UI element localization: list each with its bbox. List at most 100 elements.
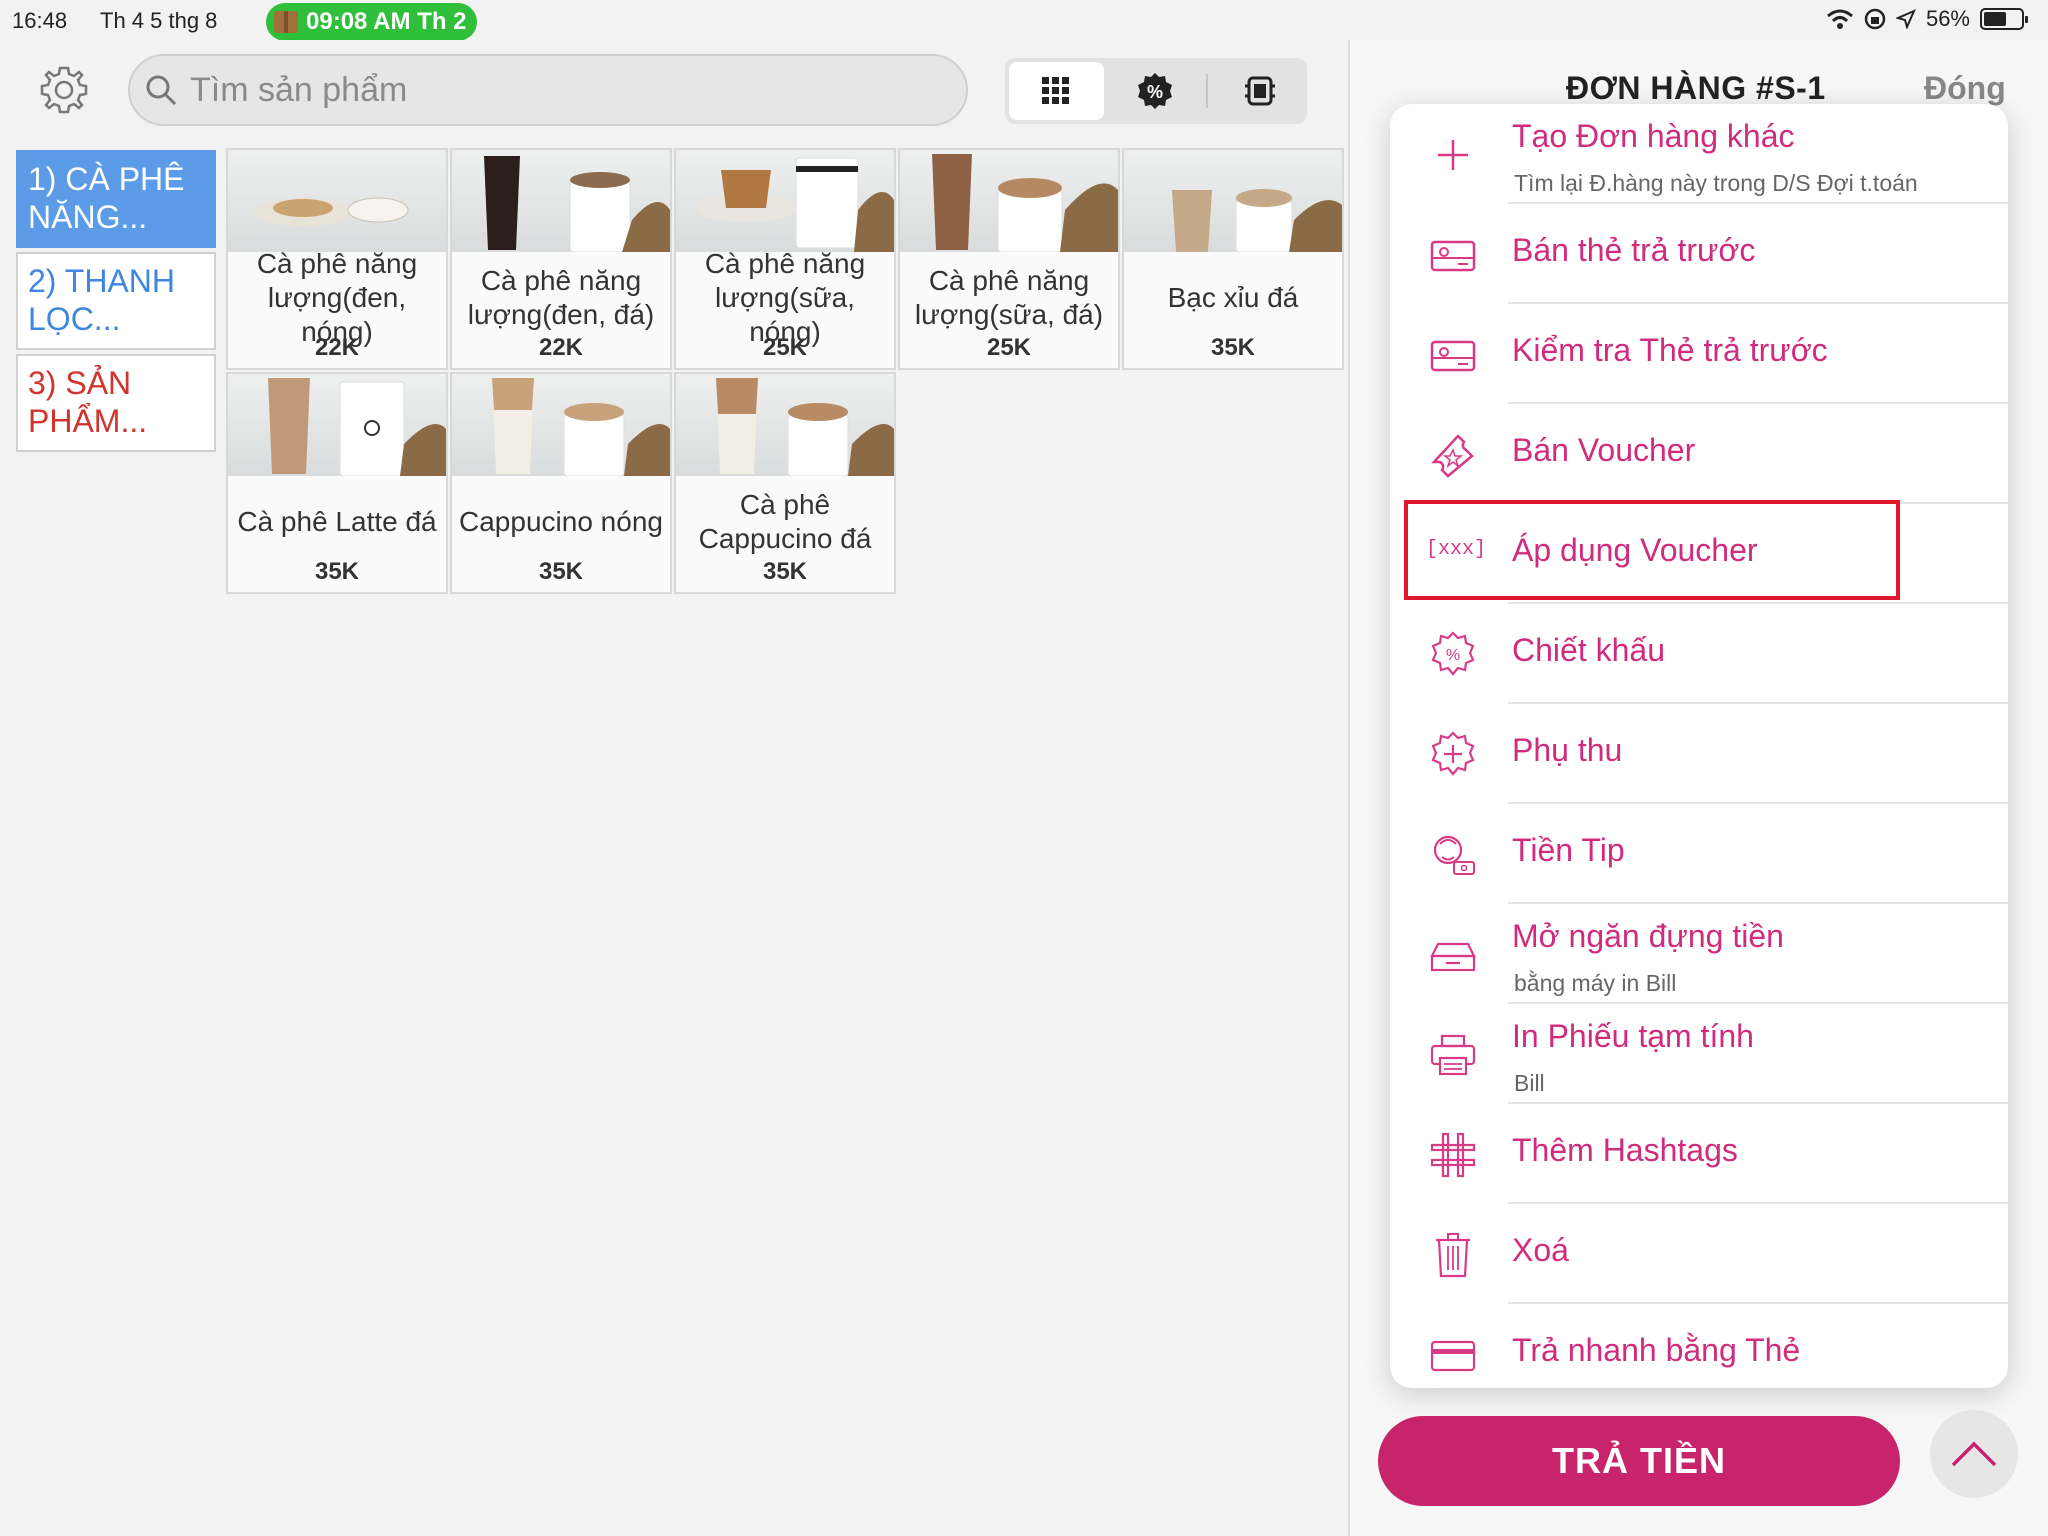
product-tile[interactable]: Cà phê năng lượng(đen, nóng) 22K (226, 148, 448, 370)
product-image (900, 150, 1118, 252)
product-tile[interactable]: Cappucino nóng 35K (450, 372, 672, 594)
grid-view-button[interactable] (1009, 62, 1104, 120)
discount-view-button[interactable]: % (1108, 62, 1203, 120)
product-tile[interactable]: Bạc xỉu đá 35K (1122, 148, 1344, 370)
discount-badge-icon: % (1138, 73, 1172, 109)
product-price: 25K (986, 334, 1032, 361)
search-icon (146, 75, 177, 106)
category-item[interactable]: 3) SẢN PHẨM... (16, 354, 216, 452)
highlight-box (1404, 500, 1900, 600)
menu-item-sublabel: bằng máy in Bill (1514, 970, 1677, 996)
menu-item-label: Tạo Đơn hàng khác (1512, 118, 1795, 154)
menu-item-check-prepaid-card[interactable]: Kiểm tra Thẻ trả trước (1390, 304, 2008, 404)
scanner-icon (1244, 76, 1275, 106)
menu-item-label: Trả nhanh bằng Thẻ (1512, 1332, 1801, 1368)
status-pill[interactable]: 09:08 AM Th 2 (266, 3, 477, 41)
chevron-up-icon (1951, 1441, 1997, 1467)
product-image (228, 374, 446, 476)
menu-item-sublabel: Bill (1514, 1070, 1545, 1096)
close-button[interactable]: Đóng (1924, 70, 2006, 107)
menu-item-label: Tiền Tip (1512, 832, 1625, 868)
product-price: 35K (538, 558, 584, 585)
menu-item-label: Phụ thu (1512, 732, 1623, 768)
product-image (676, 150, 894, 252)
order-actions-menu: Tạo Đơn hàng khác Tìm lại Đ.hàng này tro… (1390, 104, 2008, 1388)
product-name: Cà phê năng lượng(đen, đá) (467, 265, 655, 330)
product-tile[interactable]: Cà phê Latte đá 35K (226, 372, 448, 594)
svg-text:%: % (1147, 82, 1163, 102)
product-tile[interactable]: Cà phê năng lượng(đen, đá) 22K (450, 148, 672, 370)
battery-percent: 56% (1925, 6, 1970, 31)
product-image (1124, 150, 1342, 252)
status-time: 16:48 (12, 8, 68, 33)
product-name: Cappucino nóng (459, 506, 663, 537)
menu-item-label: Xoá (1512, 1232, 1569, 1268)
menu-item-discount[interactable]: % Chiết khấu (1390, 604, 2008, 704)
scan-view-button[interactable] (1212, 62, 1307, 120)
menu-item-quick-card-pay[interactable]: Trả nhanh bằng Thẻ (1390, 1304, 2008, 1388)
status-indicators: 56% (1826, 6, 2028, 32)
menu-item-label: Thêm Hashtags (1512, 1132, 1738, 1168)
search-bar[interactable] (128, 54, 968, 126)
status-pill-text: 09:08 AM Th 2 (306, 8, 467, 35)
menu-item-label: Bán Voucher (1512, 432, 1696, 468)
product-price: 35K (762, 558, 808, 585)
product-price: 22K (314, 334, 360, 361)
menu-item-print-bill[interactable]: In Phiếu tạm tính Bill (1390, 1004, 2008, 1104)
svg-text:%: % (1446, 647, 1460, 664)
menu-item-add-hashtags[interactable]: Thêm Hashtags (1390, 1104, 2008, 1204)
menu-item-label: Chiết khấu (1512, 632, 1665, 668)
menu-item-label: In Phiếu tạm tính (1512, 1018, 1754, 1054)
view-toggle: % (1005, 58, 1307, 124)
menu-item-surcharge[interactable]: Phụ thu (1390, 704, 2008, 804)
pay-button[interactable]: TRẢ TIỀN (1378, 1416, 1900, 1506)
tip-icon (1433, 835, 1475, 875)
wifi-icon (1826, 9, 1853, 29)
location-arrow-icon (1895, 9, 1916, 29)
menu-item-sell-voucher[interactable]: Bán Voucher (1390, 404, 2008, 504)
menu-item-tip[interactable]: Tiền Tip (1390, 804, 2008, 904)
product-name: Bạc xỉu đá (1167, 282, 1299, 313)
battery-icon (1980, 8, 2028, 30)
gift-card-icon (1430, 240, 1476, 272)
ticket-icon (1431, 434, 1474, 478)
menu-item-label: Bán thẻ trả trước (1512, 232, 1756, 268)
menu-item-label: Mở ngăn đựng tiền (1512, 918, 1784, 954)
status-date: Th 4 5 thg 8 (100, 8, 218, 33)
product-price: 25K (762, 334, 808, 361)
product-tile[interactable]: Cà phê năng lượng(sữa, đá) 25K (898, 148, 1120, 370)
menu-item-open-cash-drawer[interactable]: Mở ngăn đựng tiền bằng máy in Bill (1390, 904, 2008, 1004)
product-name: Cà phê năng lượng(sữa, nóng) (704, 248, 866, 347)
menu-item-sell-prepaid-card[interactable]: Bán thẻ trả trước (1390, 204, 2008, 304)
product-price: 22K (538, 334, 584, 361)
product-name: Cà phê Cappucino đá (698, 489, 872, 554)
product-image (452, 150, 670, 252)
menu-item-new-order[interactable]: Tạo Đơn hàng khác Tìm lại Đ.hàng này tro… (1390, 104, 2008, 204)
product-name: Cà phê năng lượng(sữa, đá) (914, 265, 1104, 330)
toggle-divider (1206, 74, 1209, 108)
order-title: ĐƠN HÀNG #S-1 (1566, 70, 1826, 106)
cash-drawer-icon (1430, 942, 1476, 972)
surcharge-badge-icon (1431, 731, 1475, 776)
menu-item-label: Kiểm tra Thẻ trả trước (1512, 332, 1828, 368)
product-grid: Cà phê năng lượng(đen, nóng) 22K Cà phê … (226, 148, 1346, 596)
product-name: Cà phê Latte đá (237, 506, 437, 537)
search-input[interactable] (190, 70, 950, 110)
discount-badge-icon: % (1431, 631, 1475, 676)
collapse-menu-button[interactable] (1930, 1410, 2018, 1498)
trash-icon (1436, 1233, 1470, 1278)
category-item[interactable]: 2) THANH LỌC... (16, 252, 216, 350)
product-tile[interactable]: Cà phê Cappucino đá 35K (674, 372, 896, 594)
product-image (676, 374, 894, 476)
product-price: 35K (1210, 334, 1256, 361)
gift-card-check-icon (1430, 340, 1476, 372)
product-price: 35K (314, 558, 360, 585)
product-tile[interactable]: Cà phê năng lượng(sữa, nóng) 25K (674, 148, 896, 370)
hashtag-icon (1430, 1132, 1476, 1178)
product-name: Cà phê năng lượng(đen, nóng) (256, 248, 418, 347)
plus-icon (1438, 140, 1468, 170)
category-item[interactable]: 1) CÀ PHÊ NĂNG... (16, 150, 216, 248)
gear-icon[interactable] (38, 64, 90, 116)
menu-item-sublabel: Tìm lại Đ.hàng này trong D/S Đợi t.toán (1514, 170, 1918, 196)
menu-item-delete[interactable]: Xoá (1390, 1204, 2008, 1304)
